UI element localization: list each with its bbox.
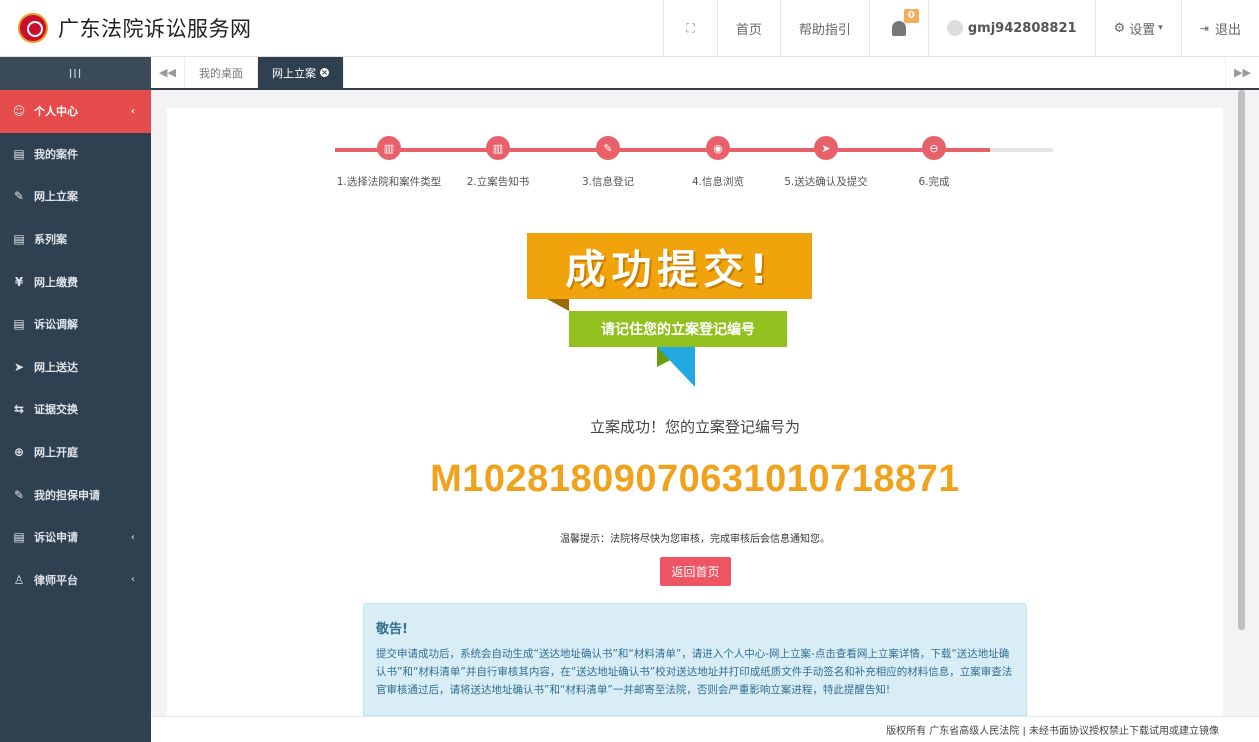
top-header: 广东法院诉讼服务网 ⛶ 首页 帮助指引 0 gmj942808821 ⚙ 设置 … [0,0,1259,57]
banner-tail [657,347,695,387]
book-icon: ▥ [377,136,401,160]
banner-subtitle: 请记住您的立案登记编号 [569,311,787,347]
book-icon: ▥ [486,136,510,160]
progress-fill [335,148,990,152]
registration-number: M10281809070631010718871 [430,458,960,500]
sidebar-item-label: 系列案 [34,233,67,247]
court-emblem-icon [18,13,48,43]
close-icon[interactable]: × [320,68,329,77]
document-icon: ▤ [13,146,25,161]
person-icon: ♙ [13,572,25,587]
sidebar-item[interactable]: ▤ 诉讼申请 ‹ [0,516,151,559]
sidebar: III ☺ 个人中心 ‹ ▤ 我的案件 ✎ 网上立案 ▤ 系列案 ¥ 网上缴费 ▤ 诉讼调解 ➤ 网上送达 ⇆… [0,57,151,742]
sidebar-item[interactable]: ▤ 我的案件 [0,133,151,176]
user-menu[interactable]: gmj942808821 [927,0,1095,56]
double-chevron-right-icon: ▶▶ [1234,66,1251,79]
notifications-button[interactable]: 0 [868,0,928,56]
expand-icon: ⛶ [686,20,695,35]
step-label: 6.完成 [918,176,950,188]
sidebar-item-label: 我的案件 [34,147,78,161]
bell-icon: 0 [891,8,919,36]
edit-icon: ✎ [596,136,620,160]
tab-desktop[interactable]: 我的桌面 [185,57,258,88]
logout-icon: ⇥ [1199,21,1209,35]
sidebar-item-label: 个人中心 [34,105,78,119]
sidebar-item[interactable]: ➤ 网上送达 [0,346,151,389]
sidebar-item[interactable]: ¥ 网上缴费 [0,260,151,303]
copyright-text: 版权所有 广东省高级人民法院 | 未经书面协议授权禁止下载试用或建立镜像 [886,726,1219,737]
sidebar-item-label: 诉讼申请 [34,531,78,545]
sidebar-item-label: 诉讼调解 [34,318,78,332]
chevron-left-icon: ‹ [130,531,135,543]
sidebar-item-label: 律师平台 [34,573,78,587]
tab-label: 网上立案 [272,66,316,80]
tab-scroll-right-button[interactable]: ▶▶ [1225,57,1259,88]
sidebar-menu: ☺ 个人中心 ‹ ▤ 我的案件 ✎ 网上立案 ▤ 系列案 ¥ 网上缴费 ▤ 诉讼调解 ➤ 网上送达 ⇆ 证据交换… [0,90,151,601]
tab-online-filing[interactable]: 网上立案 × [258,57,344,88]
warning-notice: 敬告! 提交申请成功后，系统会自动生成“送达地址确认书”和“材料清单”，请进入个… [363,603,1027,716]
sidebar-item-label: 网上缴费 [34,275,78,289]
avatar [946,20,963,36]
logout-label: 退出 [1214,22,1241,38]
return-home-button[interactable]: 返回首页 [660,557,731,586]
chevron-left-icon: ‹ [130,105,135,117]
sidebar-item[interactable]: ✎ 我的担保申请 [0,473,151,516]
notification-badge: 0 [903,8,919,23]
document-icon: ▤ [13,317,25,332]
send-icon: ➤ [814,136,838,160]
username: gmj942808821 [967,20,1077,36]
logout-button[interactable]: ⇥ 退出 [1180,0,1259,56]
sidebar-item[interactable]: ♙ 律师平台 ‹ [0,559,151,602]
edit-icon: ✎ [13,487,25,502]
site-logo[interactable]: 广东法院诉讼服务网 [0,13,660,43]
settings-label: 设置 [1129,22,1156,38]
sidebar-item[interactable]: ▤ 诉讼调解 [0,303,151,346]
header-nav: ⛶ 首页 帮助指引 0 gmj942808821 ⚙ 设置 ▾ ⇥ 退出 [663,0,1259,56]
sidebar-toggle-button[interactable]: III [0,57,151,90]
globe-icon: ⊕ [13,445,25,460]
main-content: ▥ 1.选择法院和案件类型 ▥ 2.立案告知书 ✎ 3.信息登记 ◉ 4.信息浏览 ➤ 5.送达确… [167,108,1223,716]
fullscreen-button[interactable]: ⛶ [663,0,716,56]
edit-icon: ✎ [13,189,25,204]
scrollbar[interactable] [1238,90,1245,630]
success-message: 立案成功！您的立案登记编号为 [589,418,800,436]
review-tip: 温馨提示：法院将尽快为您审核，完成审核后会信息通知您。 [560,534,830,545]
send-icon: ➤ [13,359,25,374]
double-chevron-left-icon: ◀◀ [159,66,176,79]
exchange-icon: ⇆ [13,402,25,417]
sidebar-item[interactable]: ☺ 个人中心 ‹ [0,90,151,133]
sidebar-item[interactable]: ▤ 系列案 [0,218,151,261]
home-link[interactable]: 首页 [716,0,780,56]
tab-bar: ◀◀ 我的桌面 网上立案 × ▶▶ [151,57,1259,90]
notice-body: 提交申请成功后，系统会自动生成“送达地址确认书”和“材料清单”，请进入个人中心-… [376,648,1013,696]
sidebar-item-label: 网上送达 [34,360,78,374]
yen-icon: ¥ [14,274,24,289]
sidebar-item-label: 我的担保申请 [34,488,100,502]
site-title: 广东法院诉讼服务网 [58,17,252,41]
sidebar-item[interactable]: ✎ 网上立案 [0,175,151,218]
chevron-left-icon: ‹ [130,574,135,586]
tab-scroll-left-button[interactable]: ◀◀ [151,57,185,88]
user-circle-icon: ☺ [12,104,26,119]
sidebar-item[interactable]: ⊕ 网上开庭 [0,431,151,474]
check-circle-icon: ⊖ [922,136,946,160]
help-link[interactable]: 帮助指引 [779,0,869,56]
success-banner: 请记住您的立案登记编号 成功提交! [527,233,812,408]
banner-fold [547,299,569,311]
gear-icon: ⚙ [1113,20,1126,36]
sidebar-item-label: 网上开庭 [34,446,78,460]
settings-menu[interactable]: ⚙ 设置 ▾ [1094,0,1181,56]
caret-down-icon: ▾ [1158,23,1163,33]
document-icon: ▤ [13,232,25,247]
banner-title: 成功提交! [527,233,812,299]
sidebar-item-label: 证据交换 [34,403,78,417]
document-icon: ▤ [13,530,25,545]
eye-icon: ◉ [706,136,730,160]
sidebar-item-label: 网上立案 [34,190,78,204]
footer: 版权所有 广东省高级人民法院 | 未经书面协议授权禁止下载试用或建立镜像 [151,716,1259,742]
notice-title: 敬告! [376,622,408,637]
sidebar-item[interactable]: ⇆ 证据交换 [0,388,151,431]
